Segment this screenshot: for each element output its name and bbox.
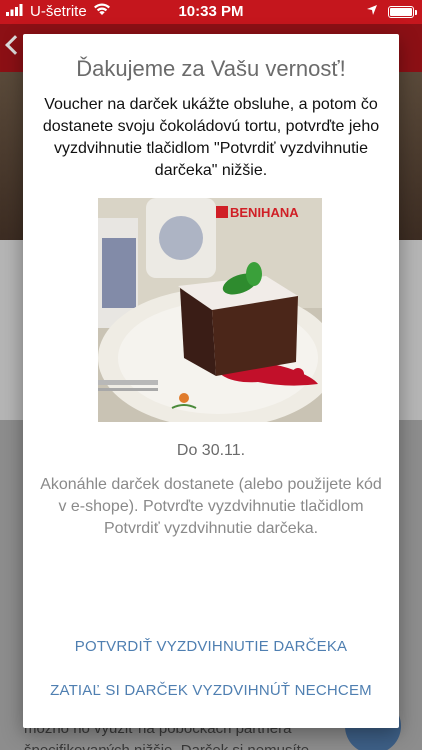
- validity-date: Do 30.11.: [176, 442, 246, 459]
- battery-icon: [388, 5, 417, 18]
- location-arrow-icon: [366, 3, 378, 20]
- confirm-pickup-button[interactable]: POTVRDIŤ VYZDVIHNUTIE DARČEKA: [23, 634, 399, 658]
- dialog-intro-text: Voucher na darček ukážte obsluhe, a poto…: [42, 96, 380, 179]
- dialog-info-text: Akonáhle darček dostanete (alebo použije…: [40, 476, 382, 537]
- gift-voucher-dialog: Ďakujeme za Vašu vernosť! Voucher na dar…: [23, 34, 399, 728]
- decline-pickup-button[interactable]: ZATIAĽ SI DARČEK VYZDVIHNÚŤ NECHCEM: [23, 678, 399, 702]
- benihana-logo: BENIHANA: [230, 205, 299, 220]
- status-bar: U-šetrite 10:33 PM: [0, 0, 422, 24]
- status-right: [366, 3, 417, 20]
- status-time: 10:33 PM: [178, 3, 244, 20]
- chocolate-cake-image: BENIHANA: [98, 198, 322, 422]
- dialog-title: Ďakujeme za Vašu vernosť!: [76, 56, 346, 81]
